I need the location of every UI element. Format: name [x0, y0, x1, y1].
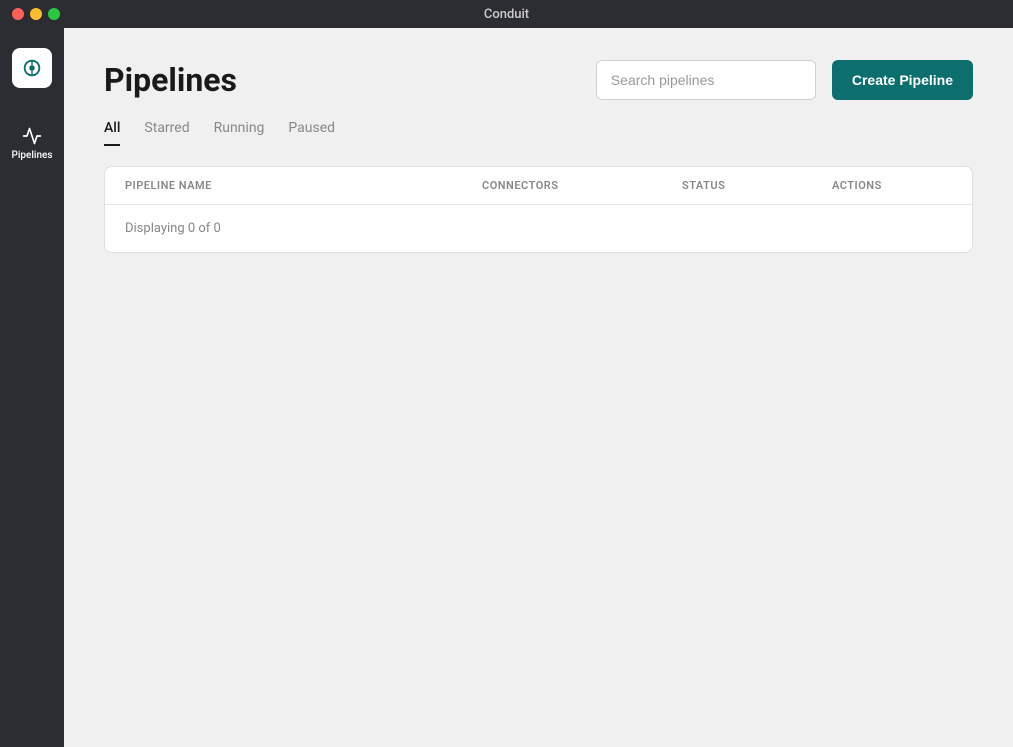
tab-starred[interactable]: Starred	[144, 120, 189, 146]
create-pipeline-button[interactable]: Create Pipeline	[832, 60, 973, 100]
sidebar-nav: Pipelines	[0, 108, 64, 167]
column-actions: ACTIONS	[832, 179, 952, 192]
column-status: STATUS	[682, 179, 832, 192]
main-content: Pipelines Create Pipeline All Starred Ru…	[64, 28, 1013, 747]
maximize-button[interactable]	[48, 8, 60, 20]
page-title: Pipelines	[104, 61, 237, 99]
tab-running[interactable]: Running	[214, 120, 265, 146]
tabs: All Starred Running Paused	[104, 120, 973, 146]
minimize-button[interactable]	[30, 8, 42, 20]
column-connectors: CONNECTORS	[482, 179, 682, 192]
pipeline-table: PIPELINE NAME CONNECTORS STATUS ACTIONS …	[104, 166, 973, 253]
traffic-lights	[12, 8, 60, 20]
column-pipeline-name: PIPELINE NAME	[125, 179, 482, 192]
header-actions: Create Pipeline	[596, 60, 973, 100]
sidebar: Pipelines	[0, 28, 64, 747]
page-header: Pipelines Create Pipeline	[104, 60, 973, 100]
sidebar-item-pipelines[interactable]: Pipelines	[0, 116, 64, 167]
title-bar: Conduit	[0, 0, 1013, 28]
sidebar-item-pipelines-label: Pipelines	[11, 150, 52, 161]
sidebar-logo	[0, 28, 64, 108]
content-area: Pipelines Create Pipeline All Starred Ru…	[64, 28, 1013, 747]
app-layout: Pipelines Pipelines Create Pipeline All …	[0, 28, 1013, 747]
window-title: Conduit	[484, 7, 529, 22]
table-header: PIPELINE NAME CONNECTORS STATUS ACTIONS	[105, 167, 972, 205]
logo-box	[12, 48, 52, 88]
tab-all[interactable]: All	[104, 120, 120, 146]
search-input[interactable]	[596, 60, 816, 100]
display-count: Displaying 0 of 0	[105, 205, 972, 252]
pipelines-icon	[22, 126, 42, 146]
conduit-logo-icon	[21, 57, 43, 79]
close-button[interactable]	[12, 8, 24, 20]
tab-paused[interactable]: Paused	[288, 120, 335, 146]
